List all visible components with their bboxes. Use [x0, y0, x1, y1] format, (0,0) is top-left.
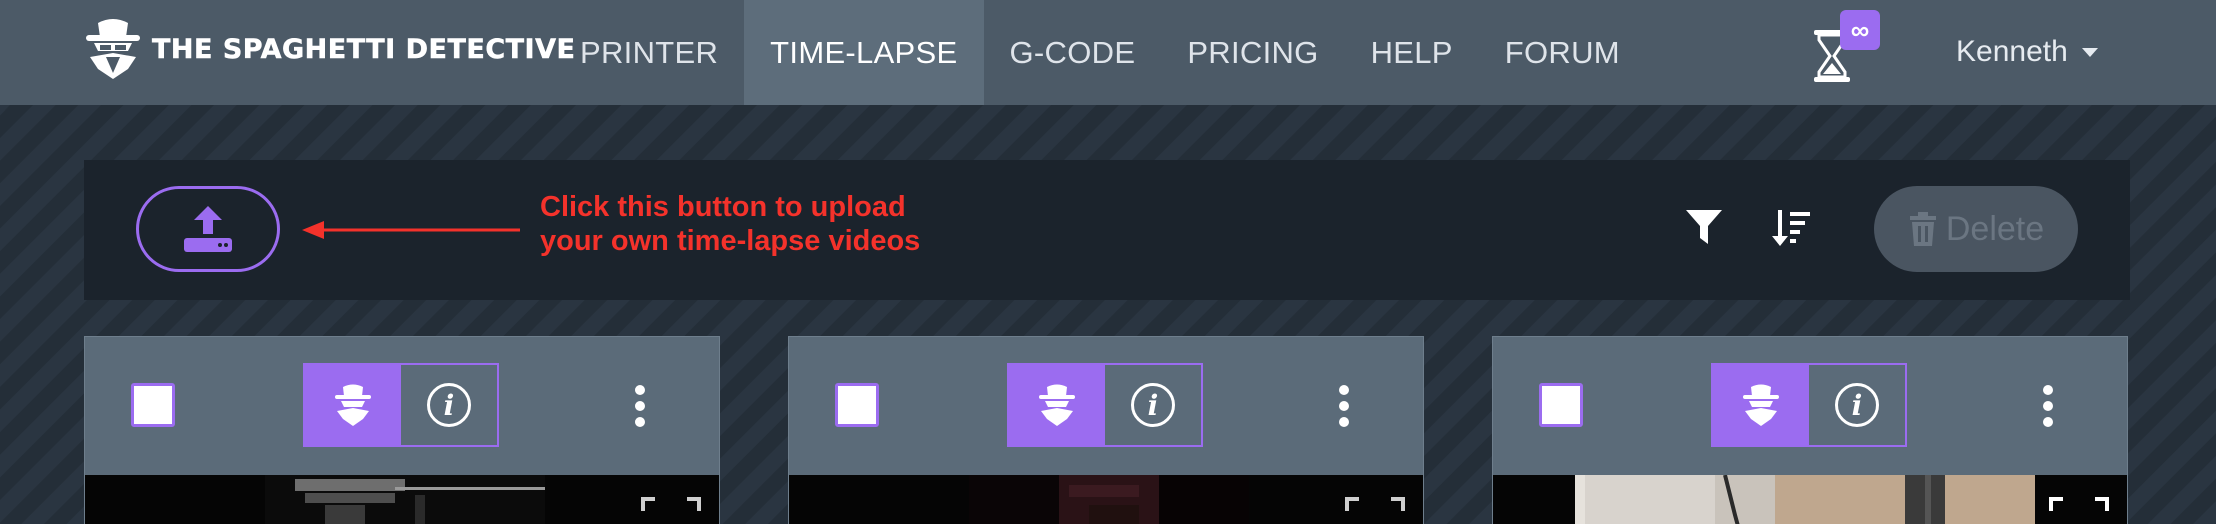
nav-forum[interactable]: FORUM	[1479, 0, 1646, 105]
nav-time-lapse[interactable]: TIME-LAPSE	[744, 0, 984, 105]
nav-help[interactable]: HELP	[1345, 0, 1479, 105]
expand-icon[interactable]	[641, 497, 701, 524]
nav-printer[interactable]: PRINTER	[554, 0, 744, 105]
detective-icon	[1743, 384, 1779, 426]
expand-icon[interactable]	[2049, 497, 2109, 524]
upload-hint: Click this button to upload your own tim…	[540, 190, 920, 258]
info-icon: i	[427, 383, 471, 427]
pointer-arrow-icon	[302, 221, 520, 239]
brand-name: THE SPAGHETTI DETECTIVE	[152, 33, 576, 65]
nav-pricing[interactable]: PRICING	[1161, 0, 1344, 105]
card-header: i	[789, 337, 1423, 475]
card-tab-group: i	[1711, 363, 1907, 447]
select-checkbox[interactable]	[835, 383, 879, 427]
info-button[interactable]: i	[1809, 365, 1905, 445]
detective-hours[interactable]: ∞	[1810, 10, 1880, 82]
info-button[interactable]: i	[401, 365, 497, 445]
select-checkbox[interactable]	[131, 383, 175, 427]
timelapse-card: i	[788, 336, 1424, 524]
info-icon: i	[1131, 383, 1175, 427]
expand-icon[interactable]	[1345, 497, 1405, 524]
user-name: Kenneth	[1956, 35, 2068, 68]
chevron-down-icon	[2081, 47, 2098, 57]
timelapse-card: i	[1492, 336, 2128, 524]
card-header: i	[85, 337, 719, 475]
video-frame	[265, 475, 545, 524]
more-options-icon[interactable]	[1337, 385, 1351, 427]
info-button[interactable]: i	[1105, 365, 1201, 445]
sort-icon[interactable]	[1772, 208, 1812, 248]
timelapse-toolbar: Click this button to upload your own tim…	[84, 160, 2130, 300]
more-options-icon[interactable]	[2041, 385, 2055, 427]
detective-view-button[interactable]	[305, 365, 401, 445]
card-tab-group: i	[1007, 363, 1203, 447]
info-icon: i	[1835, 383, 1879, 427]
delete-label: Delete	[1945, 209, 2045, 248]
upload-hint-line2: your own time-lapse videos	[540, 225, 921, 257]
more-options-icon[interactable]	[633, 385, 647, 427]
video-frame	[969, 475, 1249, 524]
video-preview[interactable]	[85, 475, 719, 524]
select-checkbox[interactable]	[1539, 383, 1583, 427]
upload-hint-line1: Click this button to upload	[540, 191, 906, 223]
brand[interactable]: THE SPAGHETTI DETECTIVE	[84, 16, 575, 82]
nav-g-code[interactable]: G-CODE	[984, 0, 1162, 105]
main-nav: PRINTER TIME-LAPSE G-CODE PRICING HELP F…	[554, 0, 1646, 105]
user-menu[interactable]: Kenneth	[1956, 28, 2098, 76]
upload-button[interactable]	[136, 186, 280, 272]
upload-icon	[184, 206, 232, 252]
video-frame	[1575, 475, 2035, 524]
detective-icon	[335, 384, 371, 426]
timelapse-card: i	[84, 336, 720, 524]
detective-logo-icon	[86, 19, 140, 79]
card-header: i	[1493, 337, 2127, 475]
video-preview[interactable]	[789, 475, 1423, 524]
top-navbar: THE SPAGHETTI DETECTIVE PRINTER TIME-LAP…	[0, 0, 2216, 105]
credit-badge: ∞	[1840, 10, 1880, 50]
detective-icon	[1039, 384, 1075, 426]
detective-view-button[interactable]	[1009, 365, 1105, 445]
delete-button[interactable]: Delete	[1874, 186, 2078, 272]
video-preview[interactable]	[1493, 475, 2127, 524]
card-tab-group: i	[303, 363, 499, 447]
detective-view-button[interactable]	[1713, 365, 1809, 445]
trash-icon	[1909, 212, 1936, 246]
filter-icon[interactable]	[1684, 206, 1724, 248]
